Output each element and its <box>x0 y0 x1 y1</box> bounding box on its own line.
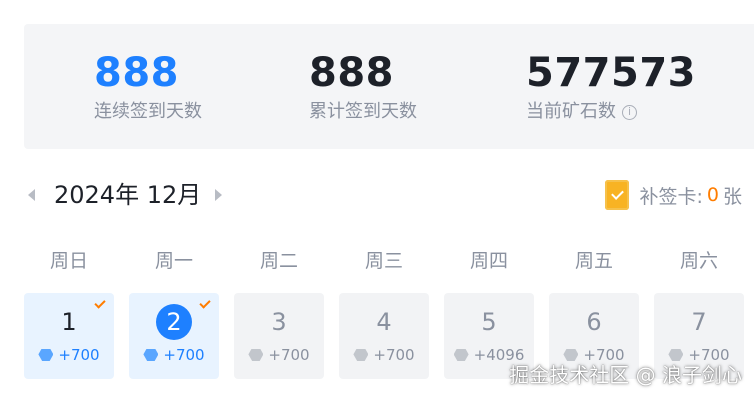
reward-amount: +700 <box>163 346 205 364</box>
weekday-sun: 周日 <box>49 250 88 272</box>
day-reward: +700 <box>234 345 324 365</box>
weekday-mon: 周一 <box>154 250 193 272</box>
consecutive-days-label: 连续签到天数 <box>94 101 202 122</box>
ore-count-value: 577573 <box>526 50 696 96</box>
makeup-card-icon <box>605 180 630 210</box>
calendar-day[interactable]: 4 +700 <box>339 293 429 379</box>
ore-icon <box>668 349 684 361</box>
day-number: 6 <box>586 308 602 336</box>
month-label: 2024年 12月 <box>54 181 202 209</box>
watermark: 掘金技术社区 @ 浪子剑心 <box>509 363 742 387</box>
caret-right-icon[interactable] <box>215 189 222 201</box>
weekday-header: 周日 周一 周二 周三 周四 周五 周六 <box>24 246 754 276</box>
weekday-fri: 周五 <box>574 250 613 272</box>
caret-left-icon[interactable] <box>28 189 35 201</box>
day-number: 5 <box>481 308 497 336</box>
ore-count-stat: 577573 当前矿石数 i <box>526 48 696 124</box>
weekday-sat: 周六 <box>679 250 718 272</box>
ore-icon <box>38 349 54 361</box>
ore-icon <box>248 349 264 361</box>
today-badge: 2 <box>156 304 192 340</box>
info-icon[interactable]: i <box>622 104 637 120</box>
reward-amount: +700 <box>58 346 100 364</box>
calendar-day[interactable]: 3 +700 <box>234 293 324 379</box>
makeup-card-info: 补签卡: 0 张 <box>605 180 742 210</box>
month-navigation: 2024年 12月 补签卡: 0 张 <box>24 176 754 216</box>
ore-count-label: 当前矿石数 <box>526 101 616 122</box>
makeup-card-label: 补签卡: <box>639 185 703 208</box>
weekday-tue: 周二 <box>259 250 298 272</box>
stats-panel: 888 连续签到天数 888 累计签到天数 577573 当前矿石数 i <box>24 24 754 149</box>
day-number: 3 <box>271 308 287 336</box>
total-days-stat: 888 累计签到天数 <box>309 48 417 124</box>
ore-icon <box>453 349 469 361</box>
makeup-card-unit: 张 <box>722 185 742 208</box>
calendar-day[interactable]: 1 +700 <box>24 293 114 379</box>
day-number: 7 <box>691 308 707 336</box>
reward-amount: +700 <box>373 346 415 364</box>
ore-icon <box>143 349 159 361</box>
weekday-thu: 周四 <box>469 250 508 272</box>
day-reward: +700 <box>129 345 219 365</box>
reward-amount: +700 <box>268 346 310 364</box>
day-number: 4 <box>376 308 392 336</box>
calendar-day-today[interactable]: 2 +700 <box>129 293 219 379</box>
ore-count-label-row: 当前矿石数 i <box>526 100 696 124</box>
consecutive-days-stat: 888 连续签到天数 <box>94 48 202 124</box>
day-reward: +700 <box>24 345 114 365</box>
weekday-wed: 周三 <box>364 250 403 272</box>
ore-icon <box>563 349 579 361</box>
total-days-value: 888 <box>309 50 394 96</box>
total-days-label: 累计签到天数 <box>309 101 417 122</box>
ore-icon <box>353 349 369 361</box>
consecutive-days-value: 888 <box>94 50 179 96</box>
makeup-card-count: 0 <box>706 184 719 206</box>
day-number: 2 <box>129 304 219 340</box>
day-number: 1 <box>61 308 77 336</box>
day-reward: +700 <box>339 345 429 365</box>
